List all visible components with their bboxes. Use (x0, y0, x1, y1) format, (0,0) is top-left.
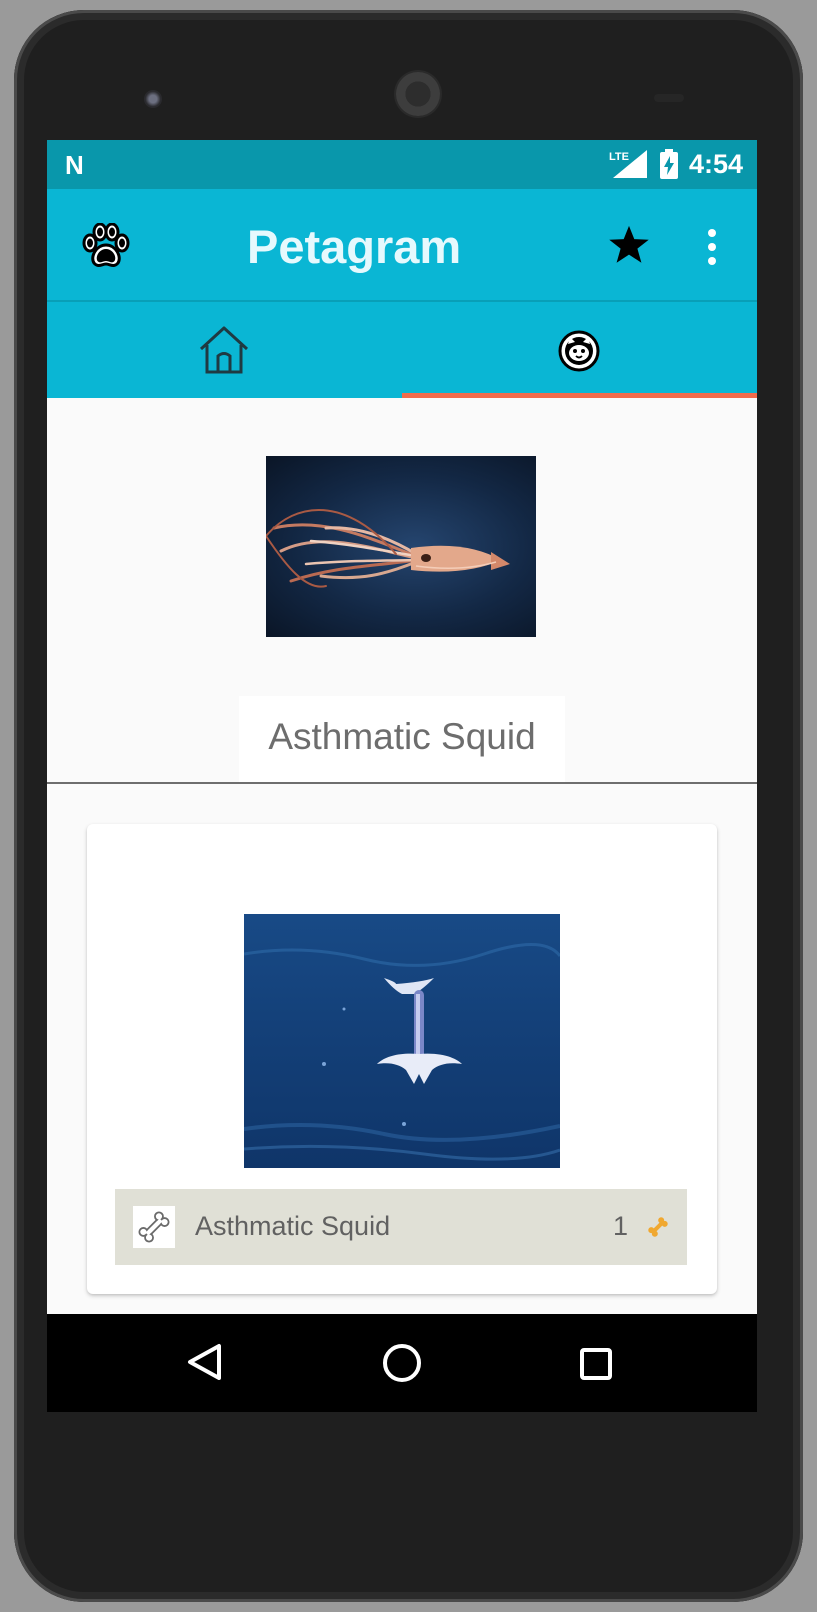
star-icon[interactable] (607, 224, 651, 266)
like-count: 1 (613, 1211, 629, 1241)
tab-pet-profile[interactable] (402, 302, 757, 398)
profile-name-box: Asthmatic Squid (239, 696, 565, 782)
tab-home[interactable] (47, 302, 402, 398)
squid-illustration (266, 509, 510, 588)
paw-icon[interactable] (80, 223, 132, 269)
status-icons: LTE 4:54 (609, 148, 743, 180)
phone-frame: N LTE 4:54 Petagram Asthmatic Squid Asth… (14, 10, 803, 1602)
lte-signal-icon: LTE (609, 150, 647, 178)
tab-bar (47, 302, 757, 398)
status-time: 4:54 (688, 148, 743, 179)
flying-squid-image (244, 943, 560, 1161)
lte-label: LTE (609, 151, 629, 163)
home-circle-icon[interactable] (381, 1342, 423, 1384)
system-nav-bar (47, 1314, 757, 1412)
post-pet-name: Asthmatic Squid (195, 1211, 391, 1241)
tab-indicator (402, 393, 757, 398)
battery-icon (659, 149, 678, 179)
front-camera (144, 90, 162, 108)
app-bar: Petagram (47, 189, 757, 302)
home-icon (199, 326, 249, 374)
pet-face-icon (558, 330, 600, 372)
post-card[interactable]: Asthmatic Squid 1 (87, 824, 717, 1294)
app-title: Petagram (247, 220, 462, 273)
profile-name: Asthmatic Squid (268, 716, 536, 757)
back-triangle-icon[interactable] (185, 1342, 225, 1382)
earpiece-speaker (396, 72, 440, 116)
recents-square-icon[interactable] (579, 1347, 613, 1381)
section-divider (47, 782, 757, 784)
network-indicator: N (65, 150, 84, 180)
post-footer: Asthmatic Squid 1 (115, 1189, 687, 1265)
screen: N LTE 4:54 Petagram Asthmatic Squid Asth… (47, 140, 757, 1412)
overflow-menu-icon[interactable] (704, 227, 720, 267)
like-bone-icon[interactable] (645, 1214, 671, 1240)
bone-icon[interactable] (133, 1206, 175, 1248)
status-bar: N LTE 4:54 (47, 140, 757, 189)
profile-photo (266, 456, 536, 637)
post-photo[interactable] (244, 914, 560, 1168)
proximity-sensor (654, 94, 684, 102)
